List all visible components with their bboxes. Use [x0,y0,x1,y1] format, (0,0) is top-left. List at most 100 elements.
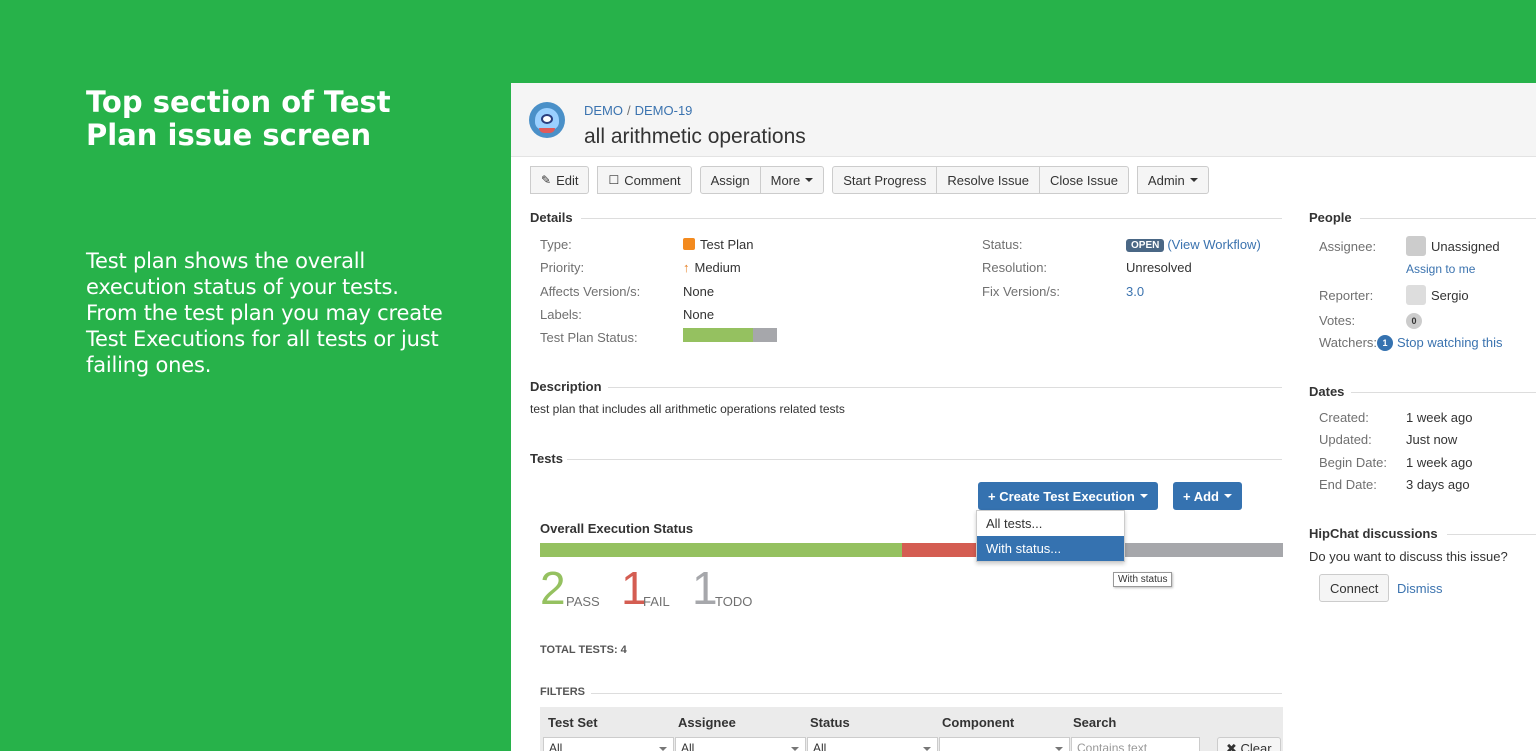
dates-heading: Dates [1309,384,1345,399]
reporter-label: Reporter: [1319,288,1374,303]
test-plan-status-label: Test Plan Status: [540,330,638,345]
assignee-label: Assignee: [1319,239,1377,254]
affects-versions-value: None [683,284,715,299]
begin-date-value: 1 week ago [1406,455,1473,470]
slide-description: Test plan shows the overall execution st… [86,249,443,377]
fix-versions-label: Fix Version/s: [982,284,1061,299]
resolve-issue-button[interactable]: Resolve Issue [936,166,1040,194]
issue-header: DEMO / DEMO-19 all arithmetic operations [511,83,1536,157]
edit-button[interactable]: ✎ Edit [530,166,590,194]
dropdown-item-with-status[interactable]: With status... [977,536,1124,561]
chevron-down-icon [1224,494,1232,498]
clear-button[interactable]: ✖ Clear [1217,737,1281,751]
filters-heading: FILTERS [540,686,586,698]
filter-header-assignee: Assignee [678,715,736,730]
chevron-down-icon [791,747,799,751]
breadcrumb-separator: / [627,103,631,118]
divider [608,387,1282,388]
pass-label: PASS [566,594,600,609]
fail-segment[interactable] [902,543,976,557]
divider [1360,218,1536,219]
status-select[interactable]: All [807,737,938,751]
divider [567,459,1282,460]
chevron-down-icon [805,178,814,182]
priority-label: Priority: [540,260,585,275]
comment-button[interactable]: ☐ Comment [597,166,692,194]
assignee-select[interactable]: All [675,737,806,751]
test-plan-status-bar [683,328,777,342]
arrow-up-icon: ↑ [683,260,690,275]
dismiss-link[interactable]: Dismiss [1397,581,1443,596]
fix-versions-value[interactable]: 3.0 [1126,284,1144,299]
total-tests: TOTAL TESTS: 4 [540,644,627,656]
add-button[interactable]: + Add [1173,482,1242,510]
created-value: 1 week ago [1406,410,1473,425]
chevron-down-icon [1055,747,1063,751]
hipchat-text: Do you want to discuss this issue? [1309,549,1508,564]
type-value: Test Plan [683,237,753,252]
description-heading: Description [530,379,602,394]
close-icon: ✖ [1226,741,1237,751]
updated-value: Just now [1406,432,1458,447]
pass-segment[interactable] [540,543,902,557]
assign-button[interactable]: Assign [699,166,761,194]
admin-button[interactable]: Admin [1136,166,1209,194]
fail-label: FAIL [643,594,670,609]
assign-to-me-link[interactable]: Assign to me [1406,262,1475,276]
breadcrumb: DEMO / DEMO-19 [584,103,692,118]
filter-header-search: Search [1073,715,1117,730]
end-date-label: End Date: [1319,477,1377,492]
avatar [1406,236,1426,256]
hipchat-heading: HipChat discussions [1309,526,1438,541]
tests-heading: Tests [530,451,563,466]
divider [1447,534,1536,535]
reporter-value: Sergio [1406,285,1469,305]
people-heading: People [1309,210,1352,225]
votes-value: 0 [1406,313,1422,329]
comment-icon: ☐ [608,173,620,187]
close-issue-button[interactable]: Close Issue [1039,166,1129,194]
create-test-execution-button[interactable]: + Create Test Execution [978,482,1158,510]
component-select[interactable] [939,737,1070,751]
more-button[interactable]: More [759,166,825,194]
status-label: Status: [982,237,1023,252]
search-input[interactable]: Contains text [1071,737,1200,751]
slide-title: Top section of Test Plan issue screen [86,85,391,152]
overall-execution-status-heading: Overall Execution Status [540,521,694,536]
project-avatar-icon[interactable] [529,102,565,138]
chevron-down-icon [1189,178,1198,182]
chevron-down-icon [1139,494,1148,498]
labels-value: None [683,307,715,322]
create-execution-dropdown: All tests... With status... [976,510,1125,562]
pencil-icon: ✎ [541,173,552,187]
filter-header-component: Component [942,715,1015,730]
tooltip: With status [1113,572,1173,587]
breadcrumb-issue-key[interactable]: DEMO-19 [635,103,693,118]
avatar [1406,285,1426,305]
divider [581,218,1282,219]
test-plan-status-pass-segment [683,328,754,342]
filter-header-test-set: Test Set [548,715,598,730]
votes-badge[interactable]: 0 [1406,313,1422,329]
status-value: OPEN (View Workflow) [1126,237,1261,252]
type-label: Type: [540,237,572,252]
created-label: Created: [1319,410,1369,425]
connect-button[interactable]: Connect [1319,574,1390,602]
test-plan-icon [683,238,695,250]
start-progress-button[interactable]: Start Progress [832,166,938,194]
breadcrumb-project[interactable]: DEMO [584,103,623,118]
test-set-select[interactable]: All [543,737,674,751]
view-workflow-link[interactable]: (View Workflow) [1167,237,1260,252]
watchers-label: Watchers: [1319,335,1378,350]
chevron-down-icon [659,747,667,751]
dropdown-item-all-tests[interactable]: All tests... [977,511,1124,536]
assignee-value: Unassigned [1406,236,1500,256]
stop-watching-link[interactable]: Stop watching this [1397,335,1503,350]
end-date-value: 3 days ago [1406,477,1470,492]
filters-table: Test Set Assignee Status Component Searc… [540,707,1283,751]
updated-label: Updated: [1319,432,1372,447]
resolution-value: Unresolved [1126,260,1192,275]
priority-value: ↑ Medium [683,260,741,275]
status-badge: OPEN [1126,239,1165,252]
filter-header-status: Status [810,715,850,730]
